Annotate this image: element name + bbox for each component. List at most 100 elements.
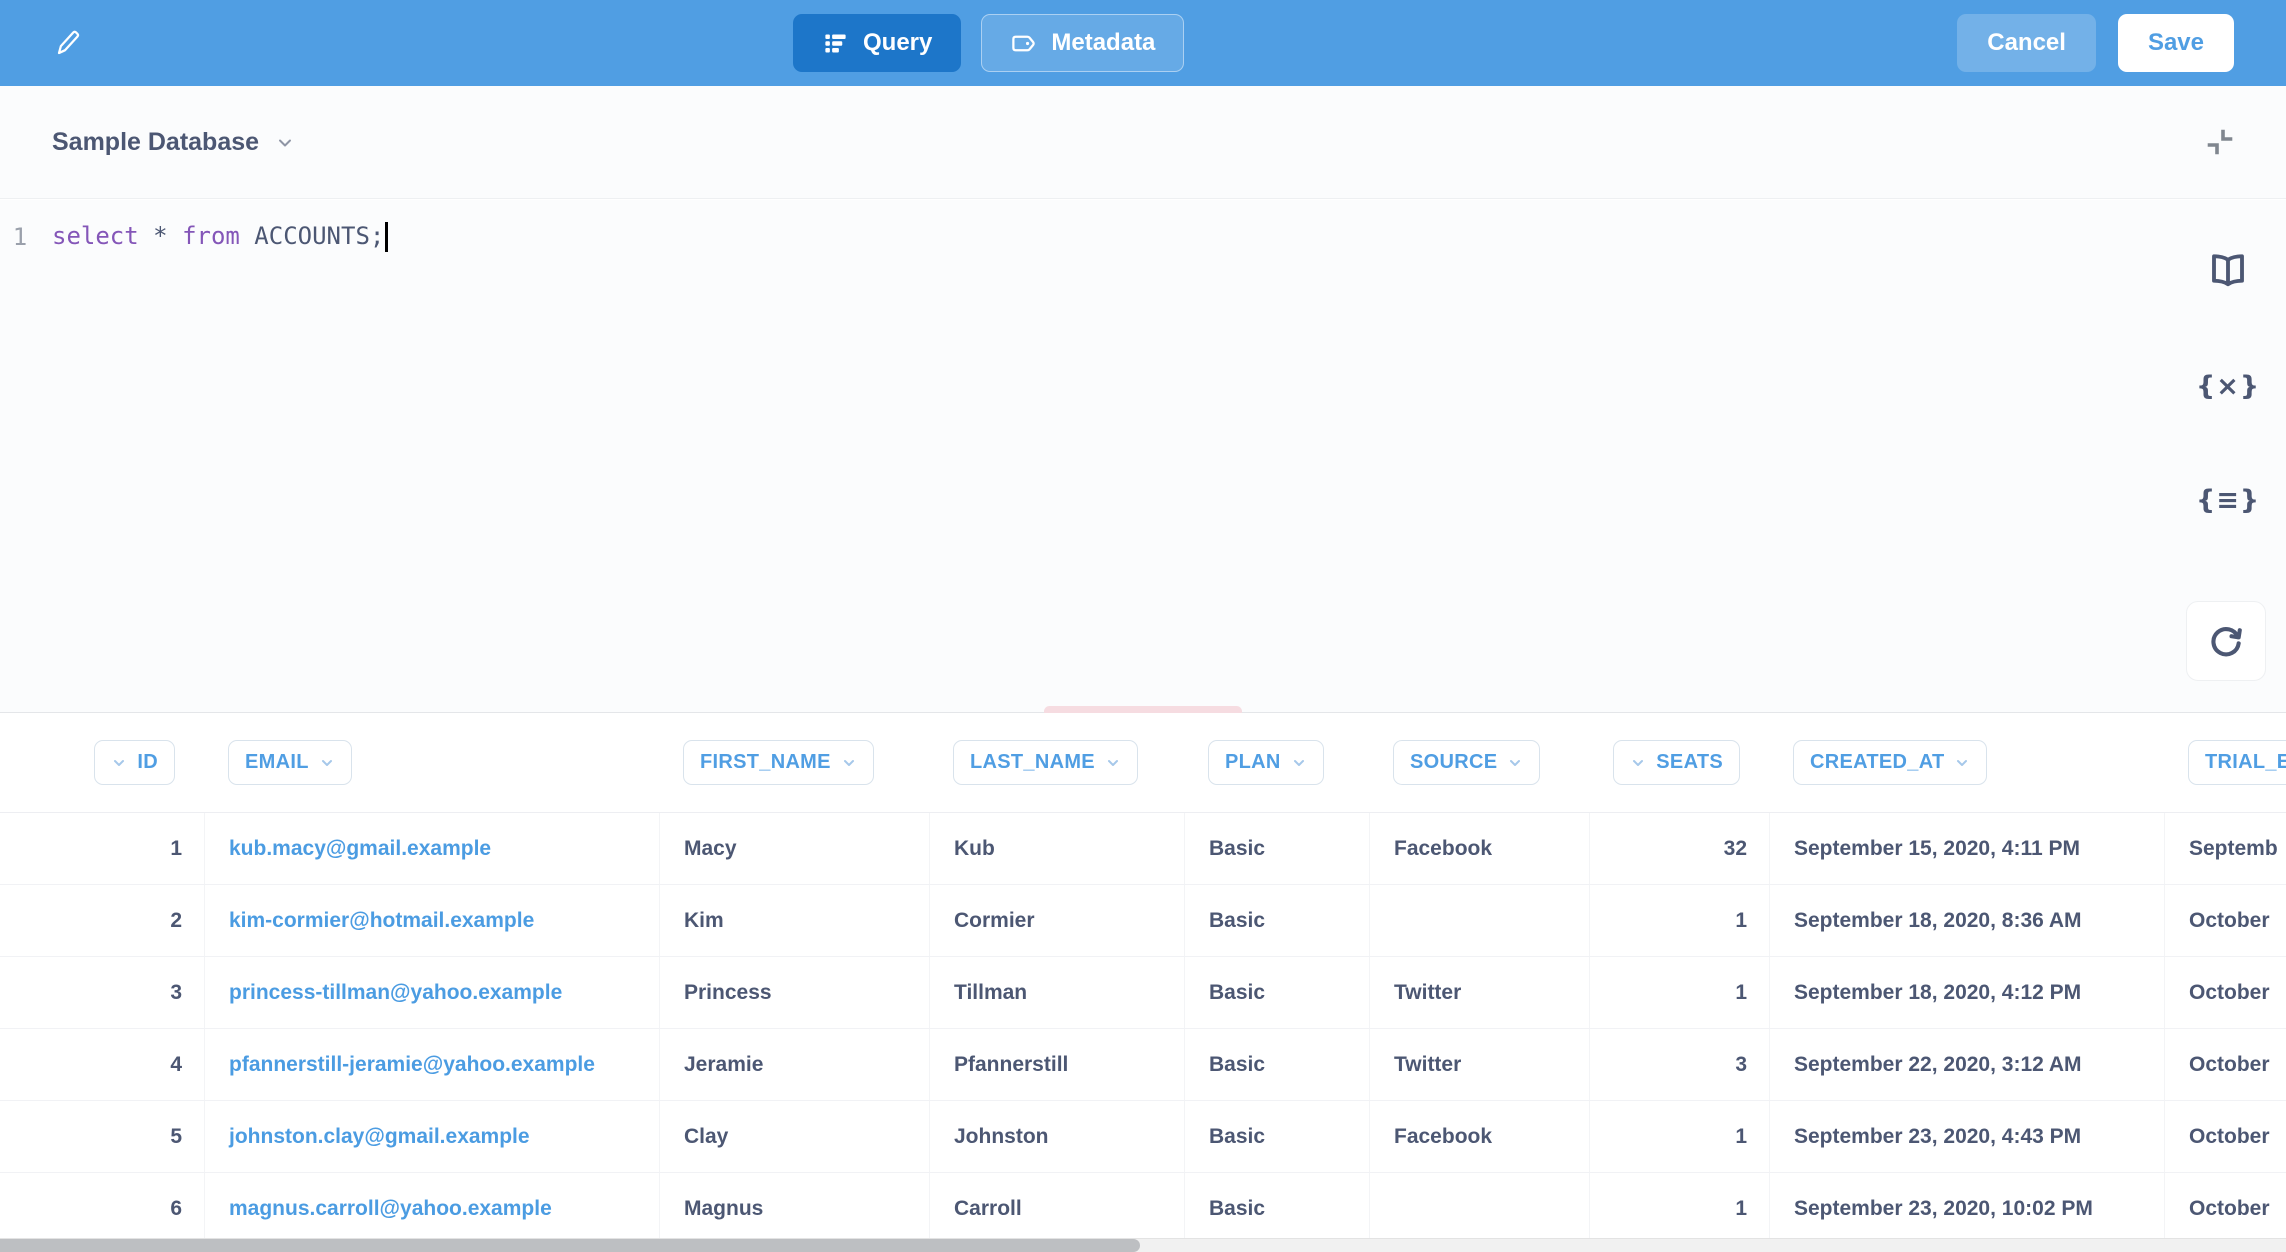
cell-seats: 3: [1590, 1029, 1770, 1100]
snippets-button[interactable]: {≡}: [2196, 474, 2260, 526]
tab-metadata[interactable]: Metadata: [981, 14, 1184, 72]
cell-plan: Basic: [1185, 813, 1370, 884]
tab-query-label: Query: [863, 29, 932, 57]
save-button[interactable]: Save: [2118, 14, 2234, 72]
column-label: CREATED_AT: [1810, 751, 1944, 774]
cell-first_name: Magnus: [660, 1173, 930, 1238]
chevron-down-icon: [275, 133, 295, 153]
column-label: ID: [137, 751, 158, 774]
cell-last_name: Tillman: [930, 957, 1185, 1028]
database-picker[interactable]: Sample Database: [52, 86, 295, 199]
column-header-cell: CREATED_AT: [1770, 713, 2165, 812]
cell-last_name: Kub: [930, 813, 1185, 884]
cell-email[interactable]: johnston.clay@gmail.example: [205, 1101, 660, 1172]
chevron-down-icon: [1291, 755, 1307, 771]
cell-last_name: Carroll: [930, 1173, 1185, 1238]
results-table: ID EMAIL FIRST_NAME LAST_NAME PLAN SOURCE SEAT…: [0, 713, 2286, 1238]
tab-query[interactable]: Query: [793, 14, 961, 72]
cell-last_name: Pfannerstill: [930, 1029, 1185, 1100]
cell-seats: 1: [1590, 957, 1770, 1028]
column-header-trial_e[interactable]: TRIAL_E: [2188, 740, 2286, 785]
cell-id: 6: [64, 1173, 205, 1238]
cell-trial_e: October: [2165, 885, 2286, 956]
cell-source: Twitter: [1370, 957, 1590, 1028]
data-reference-button[interactable]: [2196, 246, 2260, 298]
snippets-icon: {≡}: [2196, 485, 2260, 516]
label-icon: [1010, 30, 1037, 57]
chevron-down-icon: [1105, 755, 1121, 771]
topbar: Query Metadata Cancel Save: [0, 0, 2286, 86]
cell-created_at: September 18, 2020, 8:36 AM: [1770, 885, 2165, 956]
cell-email[interactable]: magnus.carroll@yahoo.example: [205, 1173, 660, 1238]
column-header-last_name[interactable]: LAST_NAME: [953, 740, 1138, 785]
cell-created_at: September 23, 2020, 4:43 PM: [1770, 1101, 2165, 1172]
cell-email[interactable]: kim-cormier@hotmail.example: [205, 885, 660, 956]
column-header-created_at[interactable]: CREATED_AT: [1793, 740, 1987, 785]
list-icon: [822, 30, 849, 57]
reference-book-icon: [2207, 254, 2249, 290]
editor-sidebar-icons: {×} {≡}: [2196, 246, 2260, 526]
cell-source: [1370, 885, 1590, 956]
cell-created_at: September 22, 2020, 3:12 AM: [1770, 1029, 2165, 1100]
tab-metadata-label: Metadata: [1051, 29, 1155, 57]
sql-token: from: [182, 222, 240, 250]
native-query-editor: Query Metadata Cancel Save Sample Databa…: [0, 0, 2286, 1252]
table-row: 5johnston.clay@gmail.exampleClayJohnston…: [0, 1101, 2286, 1173]
cell-email[interactable]: pfannerstill-jeramie@yahoo.example: [205, 1029, 660, 1100]
cell-plan: Basic: [1185, 957, 1370, 1028]
cell-trial_e: October: [2165, 957, 2286, 1028]
cell-trial_e: Septemb: [2165, 813, 2286, 884]
cell-plan: Basic: [1185, 1173, 1370, 1238]
chevron-down-icon: [111, 755, 127, 771]
topbar-actions: Cancel Save: [1957, 14, 2234, 72]
column-header-id[interactable]: ID: [94, 740, 175, 785]
cell-first_name: Clay: [660, 1101, 930, 1172]
cell-trial_e: October: [2165, 1101, 2286, 1172]
cell-trial_e: October: [2165, 1173, 2286, 1238]
cell-created_at: September 23, 2020, 10:02 PM: [1770, 1173, 2165, 1238]
column-label: TRIAL_E: [2205, 751, 2286, 774]
horizontal-scrollbar[interactable]: [0, 1238, 2286, 1252]
cell-first_name: Macy: [660, 813, 930, 884]
cell-first_name: Jeramie: [660, 1029, 930, 1100]
column-header-cell: ID: [64, 713, 205, 812]
horizontal-scrollbar-thumb[interactable]: [0, 1239, 1140, 1252]
sql-line: 1 select * from ACCOUNTS;: [0, 220, 388, 254]
chevron-down-icon: [1954, 755, 1970, 771]
variables-button[interactable]: {×}: [2196, 360, 2260, 412]
cell-source: [1370, 1173, 1590, 1238]
cell-created_at: September 18, 2020, 4:12 PM: [1770, 957, 2165, 1028]
column-header-email[interactable]: EMAIL: [228, 740, 352, 785]
cell-email[interactable]: kub.macy@gmail.example: [205, 813, 660, 884]
chevron-down-icon: [319, 755, 335, 771]
column-header-cell: SEATS: [1590, 713, 1770, 812]
cell-seats: 1: [1590, 885, 1770, 956]
column-header-plan[interactable]: PLAN: [1208, 740, 1324, 785]
sql-token: select: [52, 222, 139, 250]
column-header-seats[interactable]: SEATS: [1613, 740, 1740, 785]
column-label: EMAIL: [245, 751, 309, 774]
column-header-cell: SOURCE: [1370, 713, 1590, 812]
refresh-icon: [2207, 622, 2245, 660]
column-header-cell: EMAIL: [205, 713, 660, 812]
text-cursor: [385, 222, 388, 252]
table-row: 2kim-cormier@hotmail.exampleKimCormierBa…: [0, 885, 2286, 957]
pencil-icon[interactable]: [54, 28, 84, 58]
cell-plan: Basic: [1185, 1029, 1370, 1100]
cancel-button[interactable]: Cancel: [1957, 14, 2096, 72]
collapse-editor-button[interactable]: [2192, 114, 2248, 170]
database-name: Sample Database: [52, 128, 259, 157]
column-header-cell: FIRST_NAME: [660, 713, 930, 812]
cell-id: 1: [64, 813, 205, 884]
database-row: Sample Database: [0, 86, 2286, 199]
table-row: 1kub.macy@gmail.exampleMacyKubBasicFaceb…: [0, 813, 2286, 885]
cell-email[interactable]: princess-tillman@yahoo.example: [205, 957, 660, 1028]
run-query-button[interactable]: [2186, 601, 2266, 681]
column-header-source[interactable]: SOURCE: [1393, 740, 1540, 785]
column-label: LAST_NAME: [970, 751, 1095, 774]
column-header-first_name[interactable]: FIRST_NAME: [683, 740, 874, 785]
sql-editor[interactable]: 1 select * from ACCOUNTS; {×} {≡}: [0, 200, 2286, 712]
cell-id: 5: [64, 1101, 205, 1172]
sql-code: select * from ACCOUNTS;: [52, 222, 388, 252]
table-row: 3princess-tillman@yahoo.examplePrincessT…: [0, 957, 2286, 1029]
